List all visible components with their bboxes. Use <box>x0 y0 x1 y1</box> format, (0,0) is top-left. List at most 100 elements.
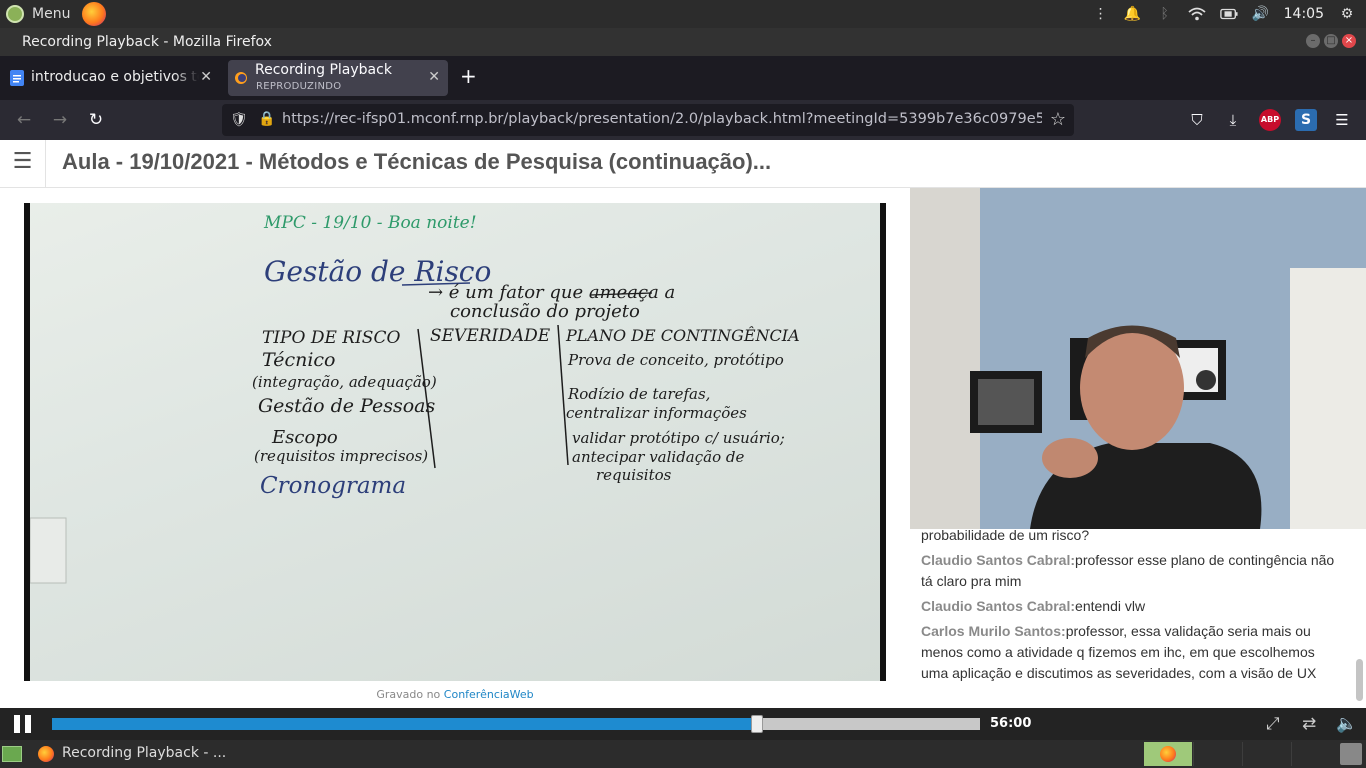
workspace-2[interactable] <box>1193 742 1241 766</box>
webcam-scene <box>910 188 1366 529</box>
chat-message: Claudio Santos Cabral:professor esse pla… <box>921 550 1345 592</box>
page-content: ☰ Aula - 19/10/2021 - Métodos e Técnicas… <box>0 140 1366 708</box>
chat-panel: probabilidade de um risco? Claudio Santo… <box>910 529 1366 708</box>
app-menu-icon[interactable]: ☰ <box>1331 109 1353 131</box>
wb-header: MPC - 19/10 - Boa noite! <box>263 213 477 233</box>
wb-col1-head: TIPO DE RISCO <box>262 328 400 348</box>
playback-progress-bar[interactable] <box>52 715 980 733</box>
mint-logo-icon <box>6 5 24 23</box>
wb-col3-item: requisitos <box>596 466 672 484</box>
google-docs-icon <box>10 70 24 86</box>
settings-gear-icon[interactable]: ⚙ <box>1338 5 1356 23</box>
system-tray: ⋮ 🔔 ᛒ 🔊 14:05 ⚙ <box>1092 0 1366 28</box>
extension-s-icon[interactable]: S <box>1295 109 1317 131</box>
close-tab-icon[interactable]: ✕ <box>200 69 212 85</box>
battery-icon[interactable] <box>1219 5 1238 23</box>
os-top-panel: Menu ⋮ 🔔 ᛒ 🔊 14:05 ⚙ <box>0 0 1366 28</box>
wifi-icon[interactable] <box>1188 5 1206 23</box>
minimize-button[interactable]: – <box>1306 34 1320 48</box>
tab-playing-label: REPRODUZINDO <box>256 81 342 92</box>
drag-handle-icon: ⋮ <box>1093 6 1108 22</box>
chat-message: Carlos Murilo Santos:professor, essa val… <box>921 621 1345 684</box>
chat-message: Claudio Santos Cabral:entendi vlw <box>921 596 1345 617</box>
clock[interactable]: 14:05 <box>1284 6 1324 22</box>
trash-icon[interactable] <box>1340 743 1362 765</box>
tracking-shield-icon[interactable]: 🛡 <box>230 112 248 128</box>
navigation-bar: ← → ↻ 🛡 🔒 https://rec-ifsp01.mconf.rnp.b… <box>0 100 1366 140</box>
taskbar-window-firefox[interactable]: Recording Playback - ... <box>34 742 230 766</box>
bluetooth-icon[interactable]: ᛒ <box>1156 5 1174 23</box>
notification-bell-icon[interactable]: 🔔 <box>1124 5 1142 23</box>
whiteboard-drawing: MPC - 19/10 - Boa noite! Gestão de Risco… <box>30 213 800 584</box>
page-header: ☰ Aula - 19/10/2021 - Métodos e Técnicas… <box>0 140 1366 188</box>
wb-col1-item: Gestão de Pessoas <box>258 395 436 417</box>
wb-col3-item: centralizar informações <box>566 404 747 422</box>
tab-title: Recording Playback <box>255 62 392 78</box>
close-tab-icon[interactable]: ✕ <box>428 69 440 85</box>
wb-col1-item: (integração, adequação) <box>252 373 437 391</box>
swap-layout-icon[interactable]: ⇄ <box>1302 714 1316 734</box>
sidebar-toggle-icon[interactable]: ☰ <box>0 140 46 187</box>
tab-recording-playback[interactable]: Recording Playback REPRODUZINDO ✕ <box>228 60 448 96</box>
firefox-launcher-icon[interactable] <box>82 2 106 26</box>
os-menu-label: Menu <box>32 6 71 22</box>
player-controls: 56:00 ⤢ ⇄ 🔈 <box>0 708 1366 740</box>
tab-title: introducao e objetivos tcc <box>31 69 199 85</box>
os-menu-button[interactable]: Menu <box>6 3 70 25</box>
mconf-icon <box>235 72 247 84</box>
wb-col3-item: validar protótipo c/ usuário; <box>572 429 785 447</box>
recording-credit: Gravado no ConferênciaWeb <box>0 688 910 701</box>
url-bar[interactable]: 🛡 🔒 https://rec-ifsp01.mconf.rnp.br/play… <box>222 104 1074 136</box>
page-title: Aula - 19/10/2021 - Métodos e Técnicas d… <box>62 149 772 174</box>
lock-icon[interactable]: 🔒 <box>258 111 275 127</box>
conferenciaweb-link[interactable]: ConferênciaWeb <box>444 688 534 701</box>
adblock-plus-icon[interactable]: ABP <box>1259 109 1281 131</box>
os-taskbar: Recording Playback - ... <box>0 740 1366 768</box>
wb-col1-item: (requisitos imprecisos) <box>254 447 428 465</box>
reload-icon[interactable]: ↻ <box>86 110 106 130</box>
back-arrow-icon[interactable]: ← <box>14 110 34 130</box>
chat-message: probabilidade de um risco? <box>921 529 1345 546</box>
workspace-3[interactable] <box>1242 742 1290 766</box>
tab-introducao[interactable]: introducao e objetivos tcc ✕ <box>4 60 220 96</box>
progress-handle[interactable] <box>751 715 764 733</box>
wb-col2-head: SEVERIDADE <box>430 326 551 346</box>
forward-arrow-icon[interactable]: → <box>50 110 70 130</box>
workspace-4[interactable] <box>1291 742 1339 766</box>
light-switch <box>30 517 67 584</box>
window-titlebar: Recording Playback - Mozilla Firefox – □… <box>0 28 1366 56</box>
url-text[interactable]: https://rec-ifsp01.mconf.rnp.br/playback… <box>282 111 1042 127</box>
wb-col3-item: antecipar validação de <box>572 448 744 466</box>
maximize-button[interactable]: □ <box>1324 34 1338 48</box>
fullscreen-icon[interactable]: ⤢ <box>1266 714 1280 734</box>
presentation-area: MPC - 19/10 - Boa noite! Gestão de Risco… <box>0 188 910 708</box>
chat-scrollbar[interactable] <box>1356 659 1363 701</box>
chat-author: Claudio Santos Cabral: <box>921 598 1076 614</box>
wb-definition-1: → é um fator que ameaça a <box>428 282 675 303</box>
wb-col1-item: Cronograma <box>260 473 406 499</box>
volume-icon[interactable]: 🔊 <box>1252 5 1270 23</box>
taskbar-window-label: Recording Playback - ... <box>62 745 227 761</box>
pocket-icon[interactable]: ⛉ <box>1186 109 1208 131</box>
wb-col3-item: Prova de conceito, protótipo <box>567 351 784 369</box>
download-icon[interactable]: ⤓ <box>1222 109 1244 131</box>
show-desktop-icon[interactable] <box>2 746 22 762</box>
presentation-slide: MPC - 19/10 - Boa noite! Gestão de Risco… <box>24 203 886 681</box>
chat-message-list: probabilidade de um risco? Claudio Santo… <box>921 529 1345 688</box>
pause-icon[interactable] <box>14 715 32 733</box>
window-controls: – □ × <box>1306 34 1356 48</box>
workspace-1[interactable] <box>1144 742 1192 766</box>
new-tab-button[interactable]: + <box>460 64 477 88</box>
bookmark-star-icon[interactable]: ☆ <box>1050 109 1066 130</box>
window-title: Recording Playback - Mozilla Firefox <box>22 34 272 50</box>
webcam-video <box>910 188 1366 529</box>
wb-col3-item: Rodízio de tarefas, <box>567 385 710 403</box>
close-window-button[interactable]: × <box>1342 34 1356 48</box>
wb-col1-item: Técnico <box>262 349 335 371</box>
credit-prefix: Gravado no <box>376 688 441 701</box>
volume-icon[interactable]: 🔈 <box>1336 714 1357 734</box>
wb-col3-head: PLANO DE CONTINGÊNCIA <box>565 325 800 345</box>
chat-text: probabilidade de um risco? <box>921 529 1090 543</box>
whiteboard: MPC - 19/10 - Boa noite! Gestão de Risco… <box>30 203 880 681</box>
wb-col1-item: Escopo <box>271 427 338 448</box>
